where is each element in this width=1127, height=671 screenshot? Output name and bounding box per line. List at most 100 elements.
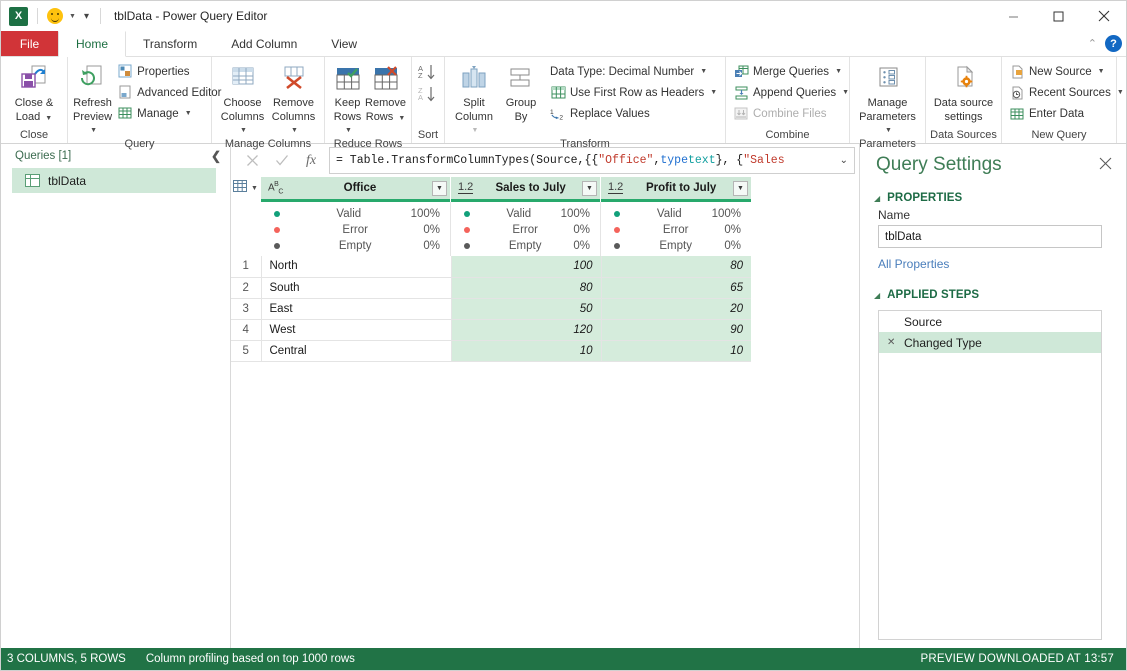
collapse-triangle-icon[interactable]: ◢ <box>874 291 880 300</box>
expand-formula-bar-icon[interactable]: ⌄ <box>840 155 848 166</box>
column-header-office[interactable]: ABC Office ▼ <box>261 177 451 199</box>
use-first-row-caret-icon[interactable]: ▼ <box>710 89 717 96</box>
advanced-editor-button[interactable]: Advanced Editor <box>115 82 223 103</box>
column-type-icon-number[interactable]: 1.2 <box>608 182 624 194</box>
new-source-caret-icon[interactable]: ▼ <box>1098 68 1105 75</box>
tab-view[interactable]: View <box>314 31 374 56</box>
combine-files-button[interactable]: Combine Files <box>731 103 851 124</box>
keep-rows-button[interactable]: Keep Rows ▼ <box>330 61 365 137</box>
split-column-icon <box>458 63 490 95</box>
formula-input[interactable]: = Table.TransformColumnTypes(Source,{{"O… <box>329 147 855 174</box>
merge-queries-caret-icon[interactable]: ▼ <box>835 68 842 75</box>
cell-profit[interactable]: 10 <box>601 340 751 362</box>
applied-step-source[interactable]: Source <box>879 311 1101 332</box>
cell-office[interactable]: North <box>261 256 452 278</box>
manage-caret-icon[interactable]: ▼ <box>185 110 192 117</box>
cell-office[interactable]: East <box>261 298 452 320</box>
enter-data-button[interactable]: Enter Data <box>1007 103 1126 124</box>
sort-descending-icon[interactable]: Z A <box>418 85 438 106</box>
table-row[interactable]: 2 South 80 65 <box>231 277 751 299</box>
cell-office[interactable]: South <box>261 277 452 299</box>
sort-ascending-icon[interactable]: A Z <box>418 63 438 84</box>
close-and-load-button[interactable]: Close & Load ▼ <box>6 61 62 125</box>
column-type-icon-text[interactable]: ABC <box>268 181 283 195</box>
properties-button[interactable]: Properties <box>115 61 223 82</box>
cell-sales[interactable]: 100 <box>451 256 602 278</box>
manage-button[interactable]: Manage ▼ <box>115 103 223 124</box>
table-row[interactable]: 5 Central 10 10 <box>231 340 751 362</box>
new-source-button[interactable]: New Source ▼ <box>1007 61 1126 82</box>
group-by-button[interactable]: Group By <box>500 61 542 123</box>
query-name-input[interactable]: tblData <box>878 225 1102 248</box>
minimize-icon[interactable] <box>991 1 1036 31</box>
properties-section-header[interactable]: ◢ PROPERTIES <box>860 186 1126 208</box>
choose-columns-button[interactable]: Choose Columns ▼ <box>217 61 268 137</box>
delete-step-icon[interactable]: ✕ <box>887 337 899 348</box>
cell-profit[interactable]: 20 <box>601 298 751 320</box>
smiley-dropdown-caret-icon[interactable]: ▼ <box>69 13 76 20</box>
status-profiling-note[interactable]: Column profiling based on top 1000 rows <box>146 653 355 665</box>
table-row[interactable]: 3 East 50 20 <box>231 298 751 320</box>
choose-columns-label-2: Columns ▼ <box>220 111 265 134</box>
profile-empty-label: Empty <box>659 240 692 252</box>
tab-home[interactable]: Home <box>58 31 127 57</box>
append-queries-button[interactable]: Append Queries ▼ <box>731 82 851 103</box>
column-header-profit[interactable]: 1.2 Profit to July ▼ <box>601 177 751 199</box>
merge-queries-button[interactable]: Merge Queries ▼ <box>731 61 851 82</box>
collapse-ribbon-icon[interactable]: ⌃ <box>1088 37 1097 50</box>
filter-button-profit[interactable]: ▼ <box>733 180 748 196</box>
append-queries-caret-icon[interactable]: ▼ <box>842 89 849 96</box>
cell-sales[interactable]: 80 <box>451 277 602 299</box>
empty-dot-icon <box>614 243 620 249</box>
collapse-triangle-icon[interactable]: ◢ <box>874 194 880 203</box>
profile-error-value: 0% <box>724 224 741 236</box>
cell-office[interactable]: West <box>261 319 452 341</box>
cell-sales[interactable]: 50 <box>451 298 602 320</box>
close-query-settings-icon[interactable] <box>1099 157 1112 174</box>
recent-sources-caret-icon[interactable]: ▼ <box>1117 89 1124 96</box>
filter-button-sales[interactable]: ▼ <box>582 180 597 196</box>
data-source-settings-button[interactable]: Data source settings <box>931 61 996 123</box>
close-icon[interactable] <box>1081 1 1126 31</box>
remove-rows-label-1: Remove <box>365 97 406 109</box>
column-type-icon-number[interactable]: 1.2 <box>458 182 474 194</box>
table-row[interactable]: 4 West 120 90 <box>231 319 751 341</box>
collapse-queries-pane-icon[interactable]: ❮ <box>211 149 221 163</box>
refresh-preview-button[interactable]: Refresh Preview ▼ <box>73 61 112 137</box>
cell-profit[interactable]: 80 <box>601 256 751 278</box>
profile-empty-row: Empty 0% <box>614 238 741 254</box>
table-row[interactable]: 1 North 100 80 <box>231 256 751 278</box>
split-column-button[interactable]: Split Column ▼ <box>450 61 498 137</box>
grid-corner-cell[interactable]: ▼ <box>231 177 261 199</box>
qat-customize-icon[interactable]: ▾ <box>82 11 91 22</box>
tab-add-column[interactable]: Add Column <box>214 31 314 56</box>
column-profile-sales[interactable]: Valid 100% Error 0% Empty 0% <box>451 202 601 256</box>
query-list-item-tbldata[interactable]: tblData <box>12 168 216 193</box>
applied-steps-section-header[interactable]: ◢ APPLIED STEPS <box>860 283 1126 305</box>
cell-sales[interactable]: 120 <box>451 319 602 341</box>
recent-sources-button[interactable]: Recent Sources ▼ <box>1007 82 1126 103</box>
smiley-icon[interactable] <box>47 8 63 24</box>
replace-values-button[interactable]: 12 Replace Values <box>548 103 719 124</box>
tab-transform[interactable]: Transform <box>126 31 214 56</box>
remove-columns-button[interactable]: Remove Columns ▼ <box>268 61 319 137</box>
grid-corner-caret-icon[interactable]: ▼ <box>251 185 258 192</box>
applied-step-changed-type[interactable]: ✕ Changed Type <box>879 332 1101 353</box>
maximize-icon[interactable] <box>1036 1 1081 31</box>
remove-rows-button[interactable]: Remove Rows ▼ <box>365 61 406 125</box>
all-properties-link[interactable]: All Properties <box>860 257 1126 271</box>
data-type-caret-icon[interactable]: ▼ <box>700 68 707 75</box>
manage-parameters-button[interactable]: Manage Parameters ▼ <box>855 61 920 137</box>
cell-sales[interactable]: 10 <box>451 340 602 362</box>
cell-profit[interactable]: 90 <box>601 319 751 341</box>
filter-button-office[interactable]: ▼ <box>432 180 447 196</box>
data-type-button[interactable]: Data Type: Decimal Number ▼ <box>548 61 719 82</box>
cell-profit[interactable]: 65 <box>601 277 751 299</box>
tab-file[interactable]: File <box>1 31 58 56</box>
column-header-sales[interactable]: 1.2 Sales to July ▼ <box>451 177 601 199</box>
use-first-row-as-headers-button[interactable]: Use First Row as Headers ▼ <box>548 82 719 103</box>
column-profile-profit[interactable]: Valid 100% Error 0% Empty 0% <box>601 202 751 256</box>
help-icon[interactable]: ? <box>1105 35 1122 52</box>
cell-office[interactable]: Central <box>261 340 452 362</box>
column-profile-office[interactable]: Valid 100% Error 0% Empty 0% <box>261 202 451 256</box>
